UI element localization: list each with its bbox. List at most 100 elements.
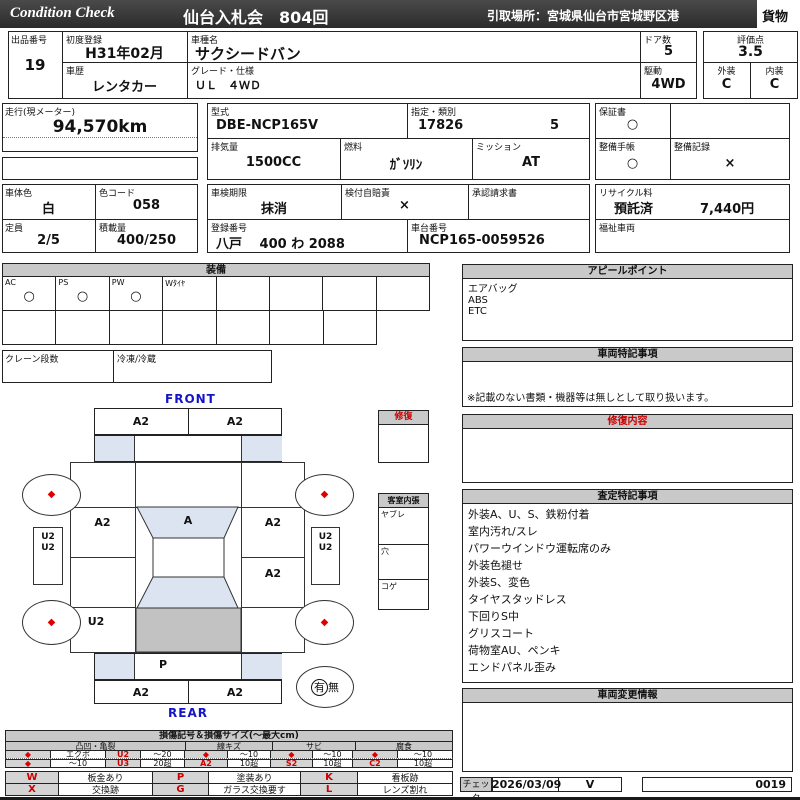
spare-no: 無: [328, 681, 339, 694]
damage-code: U2: [106, 750, 141, 759]
legend-codes-row-2: X 交換跡 G ガラス交換要す L レンズ割れ: [5, 783, 453, 796]
recycle-status: 預託済: [614, 202, 654, 217]
assessment-line: 荷物室AU、ペンキ: [468, 644, 561, 657]
code-k-desc: 看板跡: [391, 774, 419, 784]
equipment-cell: PW ○: [110, 277, 164, 310]
grade-label: グレード・仕様: [191, 67, 255, 77]
assessment-line: 室内汚れ/スレ: [468, 525, 538, 538]
vehicle-notes-panel: 車両特記事項 ※記載のない書類・機器等は無しとして取り扱います。: [462, 347, 793, 407]
legend-size: 〜10: [413, 750, 433, 759]
capacity-value: 2/5: [37, 233, 60, 248]
code-x-desc: 交換跡: [59, 784, 153, 796]
fuel-label: 燃料: [344, 143, 363, 153]
assessment-line: エンドパネル歪み: [468, 661, 556, 674]
check-date: 2026/03/09: [492, 778, 562, 791]
drive-label: 駆動: [644, 67, 663, 77]
brand-logo: Condition Check: [10, 5, 115, 21]
body-color-value: 白: [41, 202, 55, 217]
history-value: レンタカー: [91, 80, 157, 95]
damage-diamond-icon: ◆: [6, 759, 51, 768]
damage-code: S2: [271, 759, 313, 768]
equipment-cell: [323, 277, 377, 310]
approval-label: 承認請求書: [472, 189, 518, 199]
model-code-label: 型式: [211, 108, 230, 118]
equipment-row-1: AC ○ PS ○ PW ○ Wﾀｲﾔ: [2, 276, 430, 311]
assessment-line: タイヤスタッドレス: [468, 593, 567, 606]
appeal-panel: アピールポイント エアバッグ ABS ETC: [462, 264, 793, 341]
cabin-lining-box: 客室内張 ヤブレ 穴 コゲ: [378, 493, 429, 610]
damage-diamond-icon: ◆: [320, 489, 329, 500]
assessment-line: 外装A、U、S、鉄粉付着: [468, 508, 590, 521]
equipment-mark: ○: [76, 289, 89, 304]
equipment-cell: [217, 311, 271, 344]
fuel-value: ｶﾞｿﾘﾝ: [389, 158, 423, 173]
equipment-cell: [217, 277, 270, 310]
lining-cell-burn: コゲ: [381, 582, 397, 591]
equipment-cell: [110, 311, 164, 344]
code-p-desc: 塗装あり: [209, 772, 301, 784]
equipment-label: AC: [5, 278, 16, 287]
rear-bumper-left-mark: A2: [132, 686, 150, 699]
maintenance-book-mark: ○: [626, 156, 639, 171]
appeal-title: アピールポイント: [463, 265, 792, 279]
insurance-mark: ×: [399, 198, 410, 213]
check-number: 0019: [755, 778, 786, 791]
doors-value: 5: [663, 44, 674, 59]
model-name-value: サクシードバン: [195, 45, 301, 63]
lot-number: 19: [24, 56, 46, 74]
equipment-cell: AC ○: [3, 277, 57, 310]
code-g-desc: ガラス交換要す: [209, 784, 301, 796]
assessment-line: グリスコート: [468, 627, 534, 640]
damage-diamond-icon: ◆: [47, 489, 56, 500]
rear-bumper-right-mark: A2: [226, 686, 244, 699]
interior-label: 内装: [765, 67, 784, 77]
rear-corner-left: [95, 654, 135, 679]
damage-diamond-icon: ◆: [320, 616, 329, 628]
cowl-corner-left: [95, 436, 135, 461]
assessment-line: 外装色褪せ: [468, 559, 523, 572]
legend-size: 10超: [413, 759, 433, 768]
equipment-cell: [270, 277, 324, 310]
assessment-line: 外装S、変色: [468, 576, 530, 589]
class-sub-number: 5: [550, 118, 560, 133]
legend-row-2: ◆ 〜10 U3 20超 A2 10超 S2 10超 C2 10超: [5, 759, 453, 768]
equipment-row-2: [2, 310, 377, 345]
code-k: K: [301, 772, 358, 783]
vehicle-notes-title: 車両特記事項: [463, 348, 792, 362]
damage-code: C2: [353, 759, 398, 768]
equipment-cell: [377, 277, 429, 310]
right-quarter-mark: A2: [264, 567, 282, 580]
class-number: 17826: [418, 118, 464, 133]
left-door-mark: A2: [94, 516, 111, 529]
repair-detail-panel: 修復内容: [462, 414, 793, 483]
odometer-extra-box: [2, 157, 198, 180]
legend-group-scratch: 線キズ: [186, 742, 273, 751]
damage-diamond-icon: ◆: [6, 750, 51, 759]
condition-check-sheet: Condition Check 仙台入札会 804回 引取場所：宮城県仙台市宮城…: [0, 0, 800, 800]
maintenance-record-mark: ×: [724, 156, 736, 171]
left-sill: U2 U2: [33, 527, 63, 585]
grade-value: ＵＬ ４ＷＤ: [195, 79, 261, 92]
score-value: 3.5: [738, 44, 763, 60]
equipment-cell: [56, 311, 110, 344]
recycle-fee: 7,440円: [700, 202, 755, 217]
spare-yes-circled: 有: [311, 678, 328, 696]
maintenance-book-label: 整備手帳: [599, 143, 636, 153]
appeal-line: ABS: [468, 295, 488, 306]
damage-code: U3: [106, 759, 141, 768]
repair-flag-title: 修復: [379, 411, 428, 425]
damage-code: A2: [185, 759, 228, 768]
damage-diamond-icon: ◆: [353, 750, 398, 759]
welfare-label: 福祉車両: [599, 224, 636, 234]
glass-roof-cargo-graphic: [135, 506, 242, 653]
inspection-value: 抹消: [260, 202, 287, 217]
windshield-mark: A: [183, 514, 193, 527]
auction-title: 仙台入札会 804回: [183, 8, 329, 27]
warranty-mark: ○: [626, 117, 639, 132]
legend-size: 〜20: [141, 750, 185, 759]
first-reg-value: H31年02月: [85, 46, 164, 62]
code-x: X: [6, 784, 59, 795]
transmission-label: ミッション: [476, 143, 522, 153]
front-label: FRONT: [165, 392, 216, 406]
damage-diamond-icon: ◆: [185, 750, 228, 759]
